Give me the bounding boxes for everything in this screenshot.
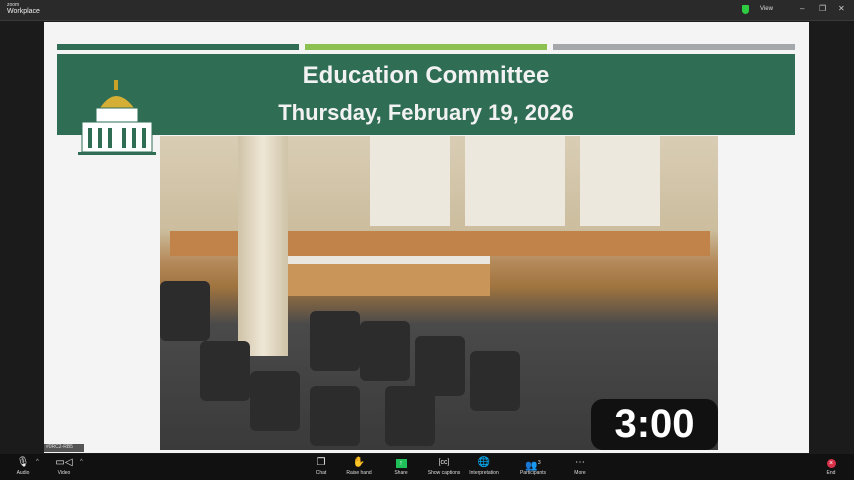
- participant-name-label: #0RC2-RB5: [44, 444, 84, 452]
- accent-bar-gray: [553, 44, 795, 50]
- end-icon: ×: [826, 459, 836, 468]
- interpretation-button[interactable]: 🌐 Interpretation: [459, 456, 509, 476]
- share-arrow-icon: ↑: [395, 459, 407, 468]
- video-options-caret[interactable]: ^: [80, 459, 83, 465]
- app-brand: Workplace: [7, 8, 40, 15]
- title-bar: zoom Workplace View – ❐ ✕: [0, 0, 854, 21]
- countdown-timer: 3:00: [591, 399, 718, 450]
- more-button[interactable]: ⋯ More: [555, 456, 605, 476]
- participants-count: 3: [537, 460, 541, 466]
- slide-date: Thursday, February 19, 2026: [278, 100, 574, 125]
- view-button[interactable]: View: [760, 6, 773, 12]
- accent-bar-green: [57, 44, 299, 50]
- more-icon: ⋯: [575, 457, 585, 468]
- maximize-icon[interactable]: ❐: [819, 4, 826, 13]
- security-shield-icon[interactable]: [742, 5, 749, 14]
- slide-title: Education Committee: [302, 62, 550, 89]
- participants-button[interactable]: 👥3 Participants: [508, 456, 558, 476]
- meeting-toolbar: 🎙 Audio ^ ▭◁ Video ^ ❐ Chat ✋ Raise hand ↑ Sh…: [0, 454, 854, 480]
- capitol-logo-icon: [78, 80, 156, 155]
- end-button[interactable]: × End: [806, 456, 854, 476]
- minimize-icon[interactable]: –: [800, 4, 804, 13]
- slide-banner: Education Committee Thursday, February 1…: [57, 54, 795, 135]
- close-icon[interactable]: ✕: [838, 4, 845, 13]
- globe-icon: 🌐: [477, 457, 491, 468]
- accent-bar-lime: [305, 44, 547, 50]
